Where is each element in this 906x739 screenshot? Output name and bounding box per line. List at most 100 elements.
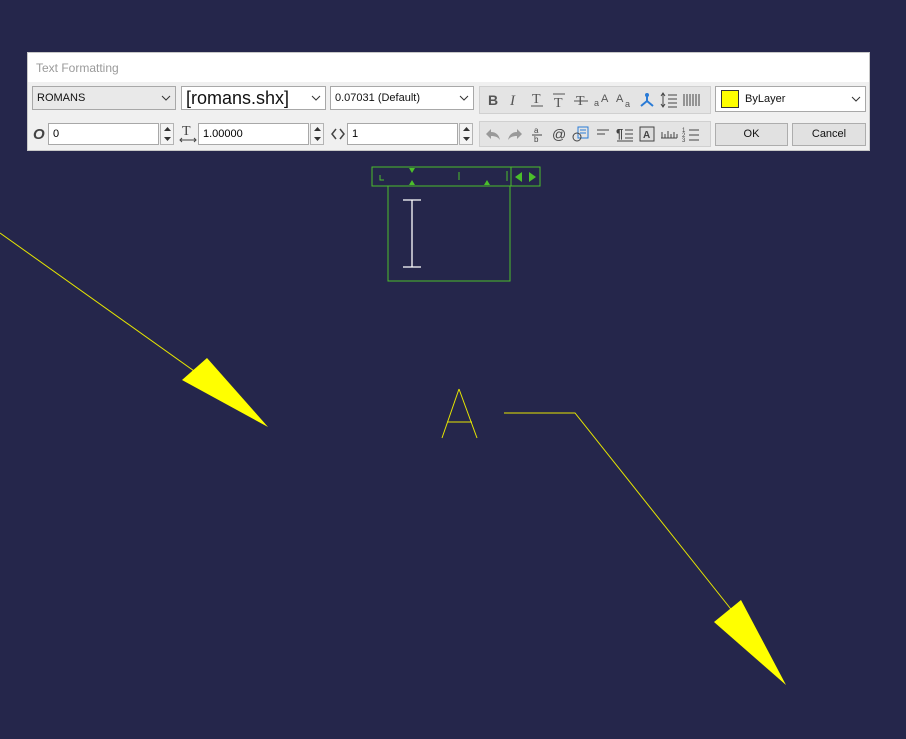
chevron-down-icon: [161, 95, 171, 101]
text-object-a[interactable]: [441, 388, 478, 439]
svg-text:a: a: [534, 126, 539, 135]
text-cursor-icon: [403, 199, 421, 268]
insert-toolgroup: ab @ ¶ A 123: [479, 121, 711, 147]
svg-text:a: a: [594, 98, 599, 108]
chevron-down-icon: [311, 95, 321, 101]
spin-down-icon[interactable]: [460, 134, 472, 144]
stack-fraction-button[interactable]: ab: [526, 122, 548, 146]
width-factor-value: 1: [352, 128, 359, 140]
underline-button[interactable]: T: [526, 87, 548, 113]
tracking-spinner[interactable]: [310, 123, 324, 145]
columns-button[interactable]: [680, 87, 702, 113]
strikethrough-button[interactable]: T: [570, 87, 592, 113]
toolbar-row-1: ROMANS [romans.shx] 0.07031 (Default) B …: [28, 86, 869, 114]
svg-text:¶: ¶: [616, 126, 623, 141]
cancel-button[interactable]: Cancel: [792, 123, 866, 146]
color-dropdown[interactable]: ByLayer: [715, 86, 866, 112]
paragraph-button[interactable]: ¶: [614, 122, 636, 146]
style-dropdown-value: ROMANS: [37, 92, 86, 104]
svg-text:A: A: [601, 93, 609, 105]
svg-text:I: I: [509, 93, 516, 107]
chevron-down-icon: [851, 96, 861, 102]
toolbar-row-2: O 0 T 1.00000 1 a b @ ¶ A 1 2 3 OK Cance…: [28, 121, 869, 147]
svg-text:T: T: [532, 92, 541, 107]
svg-text:a: a: [625, 99, 630, 108]
font-dropdown-value: [romans.shx]: [186, 88, 290, 108]
tracking-field[interactable]: 1.00000: [198, 123, 309, 145]
width-factor-icon: [331, 128, 345, 140]
svg-text:B: B: [488, 93, 498, 107]
uppercase-button[interactable]: aA: [592, 87, 614, 113]
leader-line-left[interactable]: [0, 232, 219, 389]
oblique-angle-field[interactable]: 0: [48, 123, 159, 145]
justification-button[interactable]: [592, 122, 614, 146]
ruler-button[interactable]: [658, 122, 680, 146]
font-dropdown[interactable]: [romans.shx]: [181, 86, 326, 110]
undo-button[interactable]: [482, 122, 504, 146]
text-height-dropdown[interactable]: 0.07031 (Default): [330, 86, 474, 110]
numbering-button[interactable]: 123: [680, 122, 702, 146]
line-spacing-button[interactable]: [658, 87, 680, 113]
color-dropdown-value: ByLayer: [745, 93, 786, 105]
width-factor-field[interactable]: 1: [347, 123, 458, 145]
lowercase-button[interactable]: Aa: [614, 87, 636, 113]
stack-button[interactable]: [636, 87, 658, 113]
svg-text:b: b: [534, 135, 539, 142]
leader-arrowhead-left[interactable]: [182, 358, 268, 427]
spin-up-icon[interactable]: [161, 124, 173, 134]
oblique-angle-spinner[interactable]: [160, 123, 174, 145]
ruler-resize-left-icon: [515, 172, 522, 182]
bold-button[interactable]: B: [482, 87, 504, 113]
redo-icon: [508, 129, 522, 140]
svg-text:O: O: [33, 126, 45, 141]
strikethrough-icon: T: [574, 94, 588, 108]
oblique-angle-icon: O: [33, 126, 45, 141]
bold-icon: B: [488, 93, 498, 107]
columns-icon: [683, 94, 700, 106]
undo-icon: [486, 129, 500, 140]
leader-arrowhead-right[interactable]: [714, 600, 786, 685]
color-swatch: [721, 90, 739, 108]
stack-fraction-icon: ab: [532, 126, 542, 142]
mtext-ruler[interactable]: [371, 166, 541, 187]
italic-icon: I: [509, 93, 516, 107]
svg-text:T: T: [182, 124, 191, 139]
stack-icon: [640, 93, 654, 107]
svg-text:@: @: [552, 127, 566, 141]
lowercase-icon: Aa: [616, 93, 630, 108]
insert-field-button[interactable]: [570, 122, 592, 146]
spin-down-icon[interactable]: [311, 134, 323, 144]
overline-button[interactable]: T: [548, 87, 570, 113]
overline-icon: T: [553, 93, 565, 108]
ruler-icon: [661, 131, 678, 139]
dialog-titlebar[interactable]: Text Formatting: [28, 53, 869, 82]
text-height-value: 0.07031 (Default): [335, 92, 420, 104]
leader-line-right[interactable]: [504, 412, 739, 619]
oblique-angle-value: 0: [53, 128, 60, 140]
tracking-value: 1.00000: [203, 128, 243, 140]
dialog-title: Text Formatting: [36, 61, 119, 75]
spin-up-icon[interactable]: [311, 124, 323, 134]
italic-button[interactable]: I: [504, 87, 526, 113]
svg-text:A: A: [643, 130, 650, 141]
underline-icon: T: [531, 92, 543, 107]
paragraph-icon: ¶: [616, 126, 633, 142]
field-icon: [572, 126, 589, 142]
text-formatting-dialog[interactable]: Text Formatting ROMANS [romans.shx] 0.07…: [27, 52, 870, 151]
chevron-down-icon: [459, 95, 469, 101]
numbering-icon: 123: [682, 128, 699, 142]
line-spacing-icon: [660, 92, 677, 108]
uppercase-icon: aA: [594, 93, 609, 108]
redo-button[interactable]: [504, 122, 526, 146]
ok-button[interactable]: OK: [715, 123, 788, 146]
spin-down-icon[interactable]: [161, 134, 173, 144]
svg-text:A: A: [616, 93, 624, 105]
background-mask-button[interactable]: A: [636, 122, 658, 146]
symbol-button[interactable]: @: [548, 122, 570, 146]
style-dropdown[interactable]: ROMANS: [32, 86, 176, 110]
svg-text:T: T: [554, 96, 563, 108]
justification-icon: [597, 129, 609, 135]
format-toolgroup: B I T T T aA Aa: [479, 86, 711, 114]
spin-up-icon[interactable]: [460, 124, 472, 134]
width-factor-spinner[interactable]: [459, 123, 473, 145]
